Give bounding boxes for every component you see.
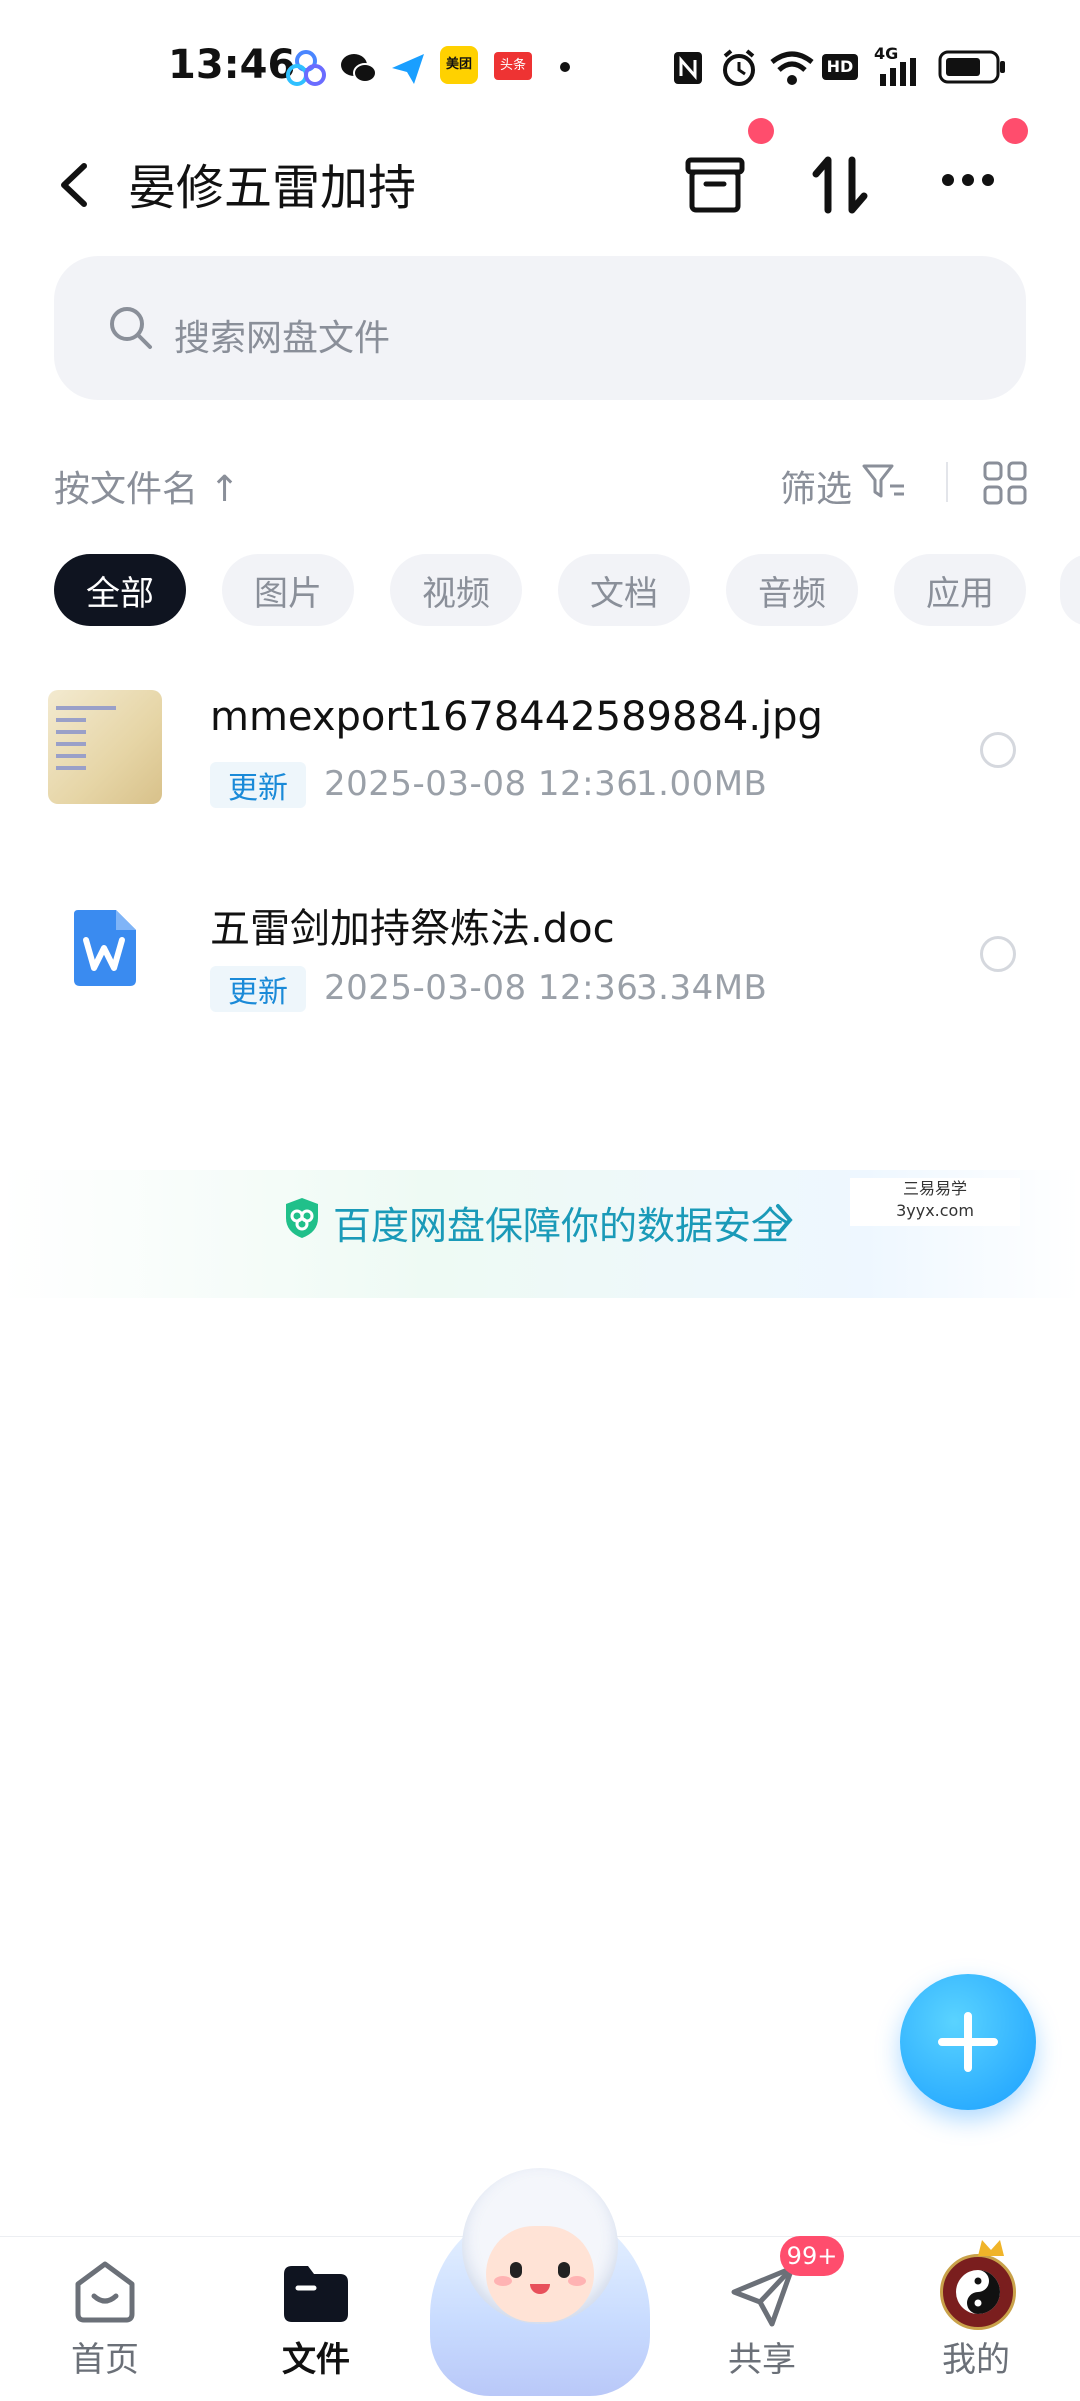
baidu-netdisk-app-icon	[286, 50, 326, 86]
wifi-icon	[770, 51, 814, 85]
update-badge: 更新	[210, 762, 306, 808]
hd-icon: HD	[822, 54, 858, 80]
update-badge: 更新	[210, 966, 306, 1012]
more-icon	[942, 174, 994, 186]
shield-icon	[286, 1198, 318, 1238]
chip-all[interactable]: 全部	[54, 554, 186, 626]
file-date: 2025-03-08 12:36	[324, 764, 639, 804]
select-radio[interactable]	[980, 732, 1016, 768]
chevron-right-icon	[776, 1204, 793, 1236]
file-name: 五雷剑加持祭炼法.doc	[210, 906, 615, 952]
nfc-icon	[674, 52, 702, 84]
crown-icon	[978, 2240, 1004, 2256]
archive-button[interactable]	[664, 140, 764, 230]
file-row[interactable]: 五雷剑加持祭炼法.doc 更新 2025-03-08 12:36 3.34MB	[0, 856, 1080, 1046]
file-date: 2025-03-08 12:36	[324, 968, 639, 1008]
status-bar: 13:46 美团 头条 HD 4G	[0, 0, 1080, 130]
mascot-face	[486, 2226, 594, 2322]
plus-icon	[938, 2012, 998, 2072]
nav-share[interactable]: 共享	[702, 2332, 822, 2381]
search-input[interactable]: 搜索网盘文件	[174, 309, 390, 361]
more-notification-dot	[1002, 118, 1028, 144]
avatar[interactable]	[940, 2254, 1016, 2330]
send-app-icon	[392, 54, 424, 84]
meituan-app-icon: 美团	[440, 46, 478, 84]
chip-audio[interactable]: 音频	[726, 554, 858, 626]
divider	[946, 462, 948, 502]
watermark-line2: 3yyx.com	[896, 1201, 974, 1220]
file-row[interactable]: mmexport1678442589884.jpg 更新 2025-03-08 …	[0, 652, 1080, 842]
grid-view-button[interactable]	[982, 460, 1028, 506]
more-menu-button[interactable]	[918, 140, 1018, 230]
yin-yang-icon	[956, 2270, 1000, 2314]
nav-files[interactable]: 文件	[256, 2332, 376, 2381]
more-notifications-dot	[560, 62, 570, 72]
transfer-arrows-icon	[812, 156, 868, 214]
nav-mine[interactable]: 我的	[916, 2332, 1036, 2381]
toutiao-app-icon: 头条	[494, 52, 532, 80]
add-button[interactable]	[900, 1974, 1036, 2110]
status-time: 13:46	[168, 42, 296, 88]
file-name: mmexport1678442589884.jpg	[210, 694, 823, 740]
filter-button[interactable]: 筛选	[780, 460, 852, 512]
security-banner-text: 百度网盘保障你的数据安全	[333, 1204, 790, 1248]
chip-images[interactable]: 图片	[222, 554, 354, 626]
archive-icon	[685, 157, 745, 213]
wechat-app-icon	[341, 54, 377, 83]
watermark: 三易易学 3yyx.com	[850, 1178, 1020, 1226]
back-button[interactable]	[40, 150, 110, 220]
folder-icon[interactable]	[280, 2262, 352, 2324]
word-doc-icon	[74, 910, 136, 986]
share-count-badge: 99+	[780, 2236, 844, 2276]
chip-videos[interactable]: 视频	[390, 554, 522, 626]
search-icon	[110, 307, 152, 349]
sort-by-name-button[interactable]: 按文件名 ↑	[54, 460, 240, 512]
chip-apps-label: 应用	[926, 573, 994, 614]
mascot-button[interactable]	[430, 2166, 650, 2400]
transfer-button[interactable]	[790, 140, 890, 230]
image-thumbnail	[48, 690, 162, 804]
file-size: 3.34MB	[636, 968, 768, 1008]
battery-icon	[938, 50, 1005, 84]
signal-icon	[880, 58, 916, 86]
chip-documents[interactable]: 文档	[558, 554, 690, 626]
archive-notification-dot	[748, 118, 774, 144]
home-icon[interactable]	[70, 2256, 140, 2326]
watermark-line1: 三易易学	[902, 1179, 967, 1198]
filter-icon	[862, 464, 904, 498]
chip-apps[interactable]: 应用	[894, 554, 1026, 626]
file-size: 1.00MB	[636, 764, 768, 804]
page-title: 晏修五雷加持	[128, 160, 417, 216]
nav-home[interactable]: 首页	[45, 2332, 165, 2381]
chip-more-partial[interactable]	[1060, 554, 1080, 626]
select-radio[interactable]	[980, 936, 1016, 972]
alarm-icon	[723, 49, 755, 86]
